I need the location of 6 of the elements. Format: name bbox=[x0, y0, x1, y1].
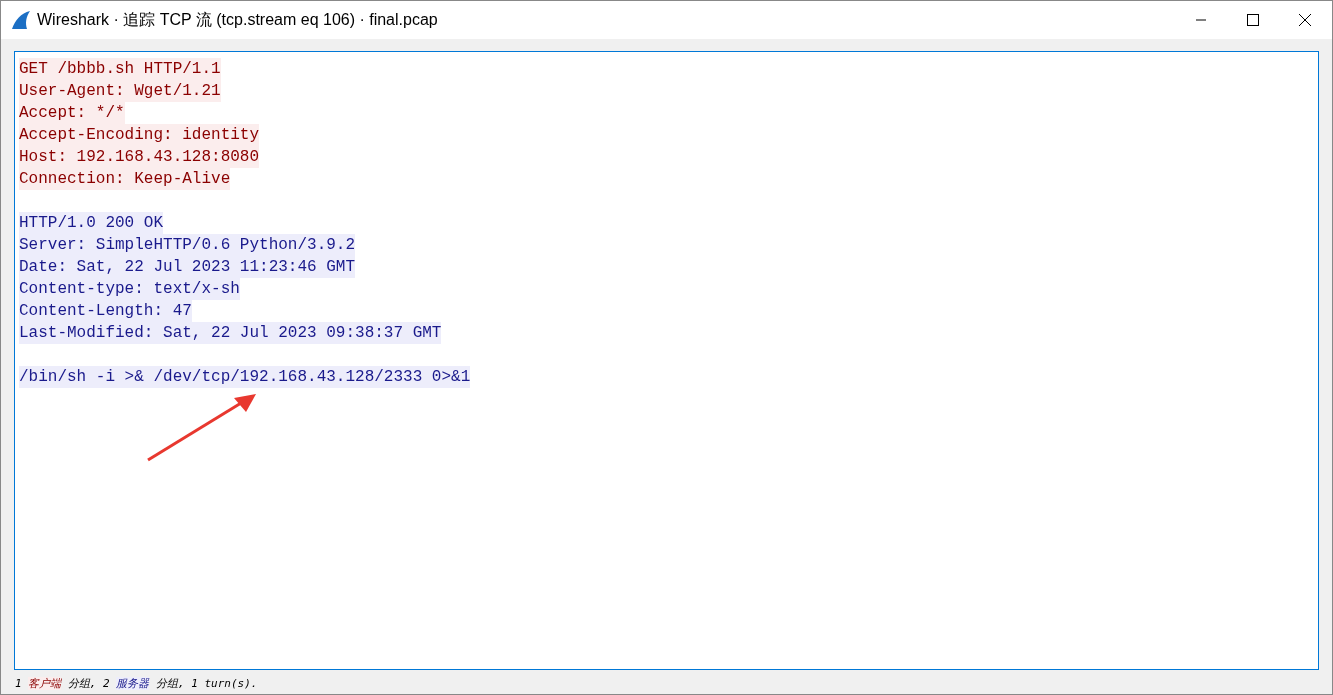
stream-text-area[interactable] bbox=[14, 51, 1319, 670]
window-title: Wireshark · 追踪 TCP 流 (tcp.stream eq 106) · final.pcap bbox=[37, 9, 439, 30]
close-icon bbox=[1299, 14, 1311, 26]
maximize-icon bbox=[1247, 14, 1259, 26]
status-summary: 1 客户端 分组, 2 服务器 分组, 1 turn(s). bbox=[14, 676, 259, 691]
shark-fin-logo-icon bbox=[11, 10, 31, 30]
